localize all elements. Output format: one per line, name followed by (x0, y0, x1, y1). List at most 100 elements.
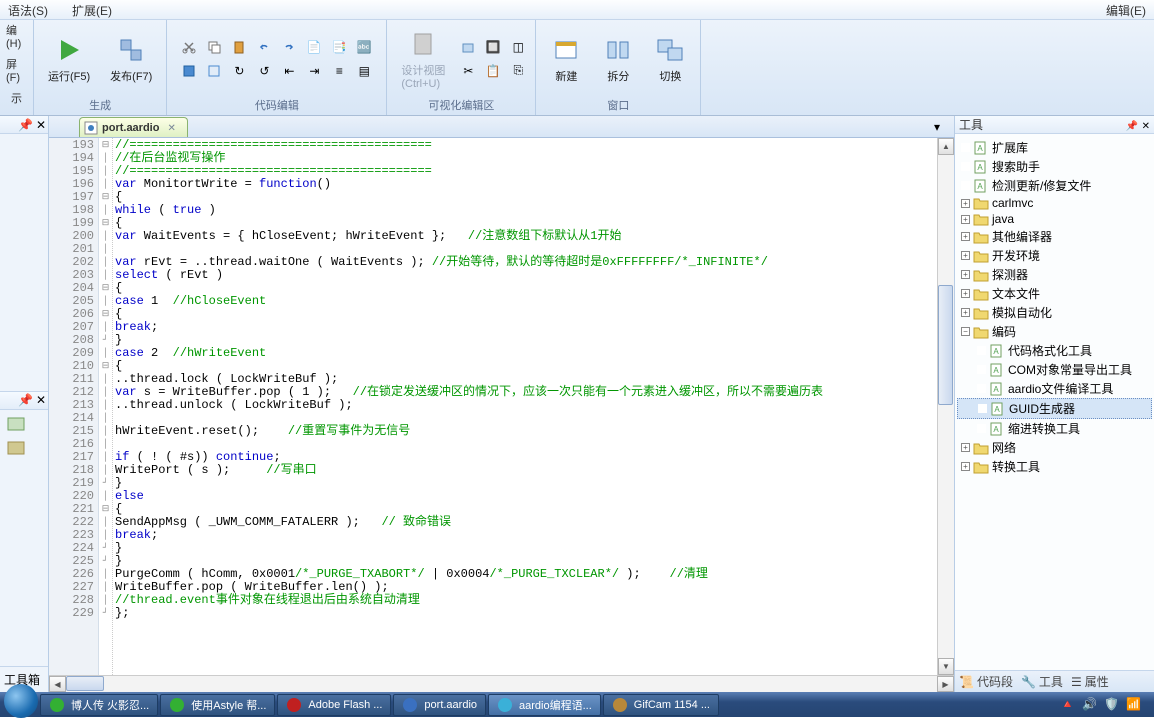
split-button[interactable]: 拆分 (594, 30, 642, 88)
tree-item[interactable]: A代码格式化工具 (957, 341, 1152, 360)
menu-extensions[interactable]: 扩展(E) (68, 0, 116, 19)
sidebar-icon-1[interactable] (6, 416, 42, 432)
vis-icon-2[interactable]: 🔲 (482, 36, 504, 58)
toolbar-icon-9[interactable]: ▤ (353, 60, 375, 82)
ribbon-stub-3[interactable]: 示 (11, 90, 22, 106)
indent-left-icon[interactable]: ⇤ (278, 60, 300, 82)
clipboard-icon (407, 28, 439, 60)
line-gutter: 193 194 195 196 197 198 199 200 201 202 … (49, 138, 99, 675)
vertical-scrollbar[interactable]: ▲ ▼ (937, 138, 954, 675)
tray-icon-3[interactable]: 🛡️ (1104, 697, 1120, 713)
tree-item[interactable]: +探测器 (957, 265, 1152, 284)
tray-icon-1[interactable]: 🔺 (1060, 697, 1076, 713)
switch-icon (654, 34, 686, 66)
tree-item[interactable]: +模拟自动化 (957, 303, 1152, 322)
close-icon[interactable]: ✕ (36, 393, 46, 407)
file-icon (84, 121, 98, 135)
indent-right-icon[interactable]: ⇥ (303, 60, 325, 82)
publish-button[interactable]: 发布(F7) (102, 30, 160, 88)
close-icon[interactable]: ✕ (1142, 121, 1150, 132)
app-icon (286, 697, 302, 713)
taskbar-item[interactable]: Adobe Flash ... (277, 694, 391, 716)
tree-item[interactable]: A扩展库 (957, 138, 1152, 157)
code-content[interactable]: //======================================… (113, 138, 937, 675)
toolbar-icon-3[interactable]: 🔤 (353, 36, 375, 58)
switch-button[interactable]: 切换 (646, 30, 694, 88)
pin-icon[interactable]: 📌 (18, 393, 33, 407)
pin-icon[interactable]: 📌 (1126, 121, 1138, 132)
paste-icon[interactable] (228, 36, 250, 58)
panel-tab-props[interactable]: ☰属性 (1071, 673, 1109, 690)
toolbar-icon-2[interactable]: 📑 (328, 36, 350, 58)
start-button[interactable] (4, 684, 38, 718)
tools-tree[interactable]: A扩展库A搜索助手A检测更新/修复文件+carlmvc+java+其他编译器+开… (955, 134, 1154, 670)
tree-item[interactable]: +carlmvc (957, 195, 1152, 211)
vis-icon-4[interactable]: ✂ (457, 60, 479, 82)
tree-item[interactable]: ACOM对象常量导出工具 (957, 360, 1152, 379)
tree-item[interactable]: A检测更新/修复文件 (957, 176, 1152, 195)
vis-icon-3[interactable]: ◫ (507, 36, 529, 58)
run-button[interactable]: 运行(F5) (40, 30, 98, 88)
svg-text:A: A (977, 163, 983, 172)
fold-column[interactable]: ⊟ │ │ │ ⊟ │ ⊟ │ │ │ │ ⊟ │ ⊟ │ ┘ │ ⊟ │ │ … (99, 138, 113, 675)
close-icon[interactable]: ✕ (36, 118, 46, 132)
tools-panel: 工具 📌 ✕ A扩展库A搜索助手A检测更新/修复文件+carlmvc+java+… (954, 116, 1154, 692)
tree-item[interactable]: +其他编译器 (957, 227, 1152, 246)
app-icon (497, 697, 513, 713)
tree-item[interactable]: +开发环境 (957, 246, 1152, 265)
ribbon-stub-2[interactable]: 屏(F) (6, 56, 27, 84)
panel-tab-tools[interactable]: 🔧工具 (1021, 673, 1063, 690)
taskbar-item[interactable]: GifCam 1154 ... (603, 694, 719, 716)
vis-icon-1[interactable] (457, 36, 479, 58)
tree-item[interactable]: +文本文件 (957, 284, 1152, 303)
menu-edit[interactable]: 编辑(E) (1102, 0, 1150, 19)
design-view-button: 设计视图 (Ctrl+U) (393, 24, 453, 94)
left-sidebar: 📌✕ 📌✕ 工具箱 (0, 116, 49, 692)
toolbar-icon-5[interactable] (203, 60, 225, 82)
copy-icon[interactable] (203, 36, 225, 58)
taskbar-item[interactable]: port.aardio (393, 694, 486, 716)
tab-list-dropdown[interactable]: ▾ (934, 120, 948, 134)
toolbar-icon-4[interactable] (178, 60, 200, 82)
menu-syntax[interactable]: 语法(S) (4, 0, 52, 19)
cut-icon[interactable] (178, 36, 200, 58)
panel-tab-code[interactable]: 📜代码段 (959, 673, 1013, 690)
menu-bar: 语法(S) 扩展(E) 编辑(E) (0, 0, 1154, 20)
tree-item[interactable]: AGUID生成器 (957, 398, 1152, 419)
sidebar-icon-2[interactable] (6, 440, 42, 456)
toolbar-icon-7[interactable]: ↺ (253, 60, 275, 82)
toolbar-icon-6[interactable]: ↻ (228, 60, 250, 82)
app-icon (402, 697, 418, 713)
taskbar-item[interactable]: 使用Astyle 帮... (160, 694, 275, 716)
tab-port-aardio[interactable]: port.aardio ✕ (79, 117, 188, 137)
tree-item[interactable]: +转换工具 (957, 457, 1152, 476)
tray-icon-4[interactable]: 📶 (1126, 697, 1142, 713)
horizontal-scrollbar[interactable]: ◀ ▶ (49, 675, 954, 692)
redo-icon[interactable] (278, 36, 300, 58)
tree-item[interactable]: −编码 (957, 322, 1152, 341)
undo-icon[interactable] (253, 36, 275, 58)
new-window-button[interactable]: 新建 (542, 30, 590, 88)
vis-icon-6[interactable]: ⎘ (507, 60, 529, 82)
pin-icon[interactable]: 📌 (18, 118, 33, 132)
code-icon: 📜 (959, 675, 974, 689)
vis-icon-5[interactable]: 📋 (482, 60, 504, 82)
wrench-icon: 🔧 (1021, 675, 1036, 689)
ribbon-stub-1[interactable]: 编(H) (6, 22, 27, 50)
tree-item[interactable]: +java (957, 211, 1152, 227)
tree-item[interactable]: +网络 (957, 438, 1152, 457)
tree-item[interactable]: A缩进转换工具 (957, 419, 1152, 438)
tab-close-icon[interactable]: ✕ (167, 123, 177, 133)
tray-icon-2[interactable]: 🔊 (1082, 697, 1098, 713)
main-editor-area: port.aardio ✕ ▾ 193 194 195 196 197 198 … (49, 116, 954, 692)
svg-text:A: A (993, 385, 999, 394)
code-editor[interactable]: 193 194 195 196 197 198 199 200 201 202 … (49, 138, 954, 675)
ribbon: 编(H) 屏(F) 示 运行(F5) 发布(F7) 生成 (0, 20, 1154, 116)
toolbar-icon-1[interactable]: 📄 (303, 36, 325, 58)
tree-item[interactable]: Aaardio文件编译工具 (957, 379, 1152, 398)
toolbar-icon-8[interactable]: ≡ (328, 60, 350, 82)
taskbar-item[interactable]: 博人传 火影忍... (40, 694, 158, 716)
taskbar-item[interactable]: aardio编程语... (488, 694, 601, 716)
tree-item[interactable]: A搜索助手 (957, 157, 1152, 176)
editor-tabs: port.aardio ✕ ▾ (49, 116, 954, 138)
